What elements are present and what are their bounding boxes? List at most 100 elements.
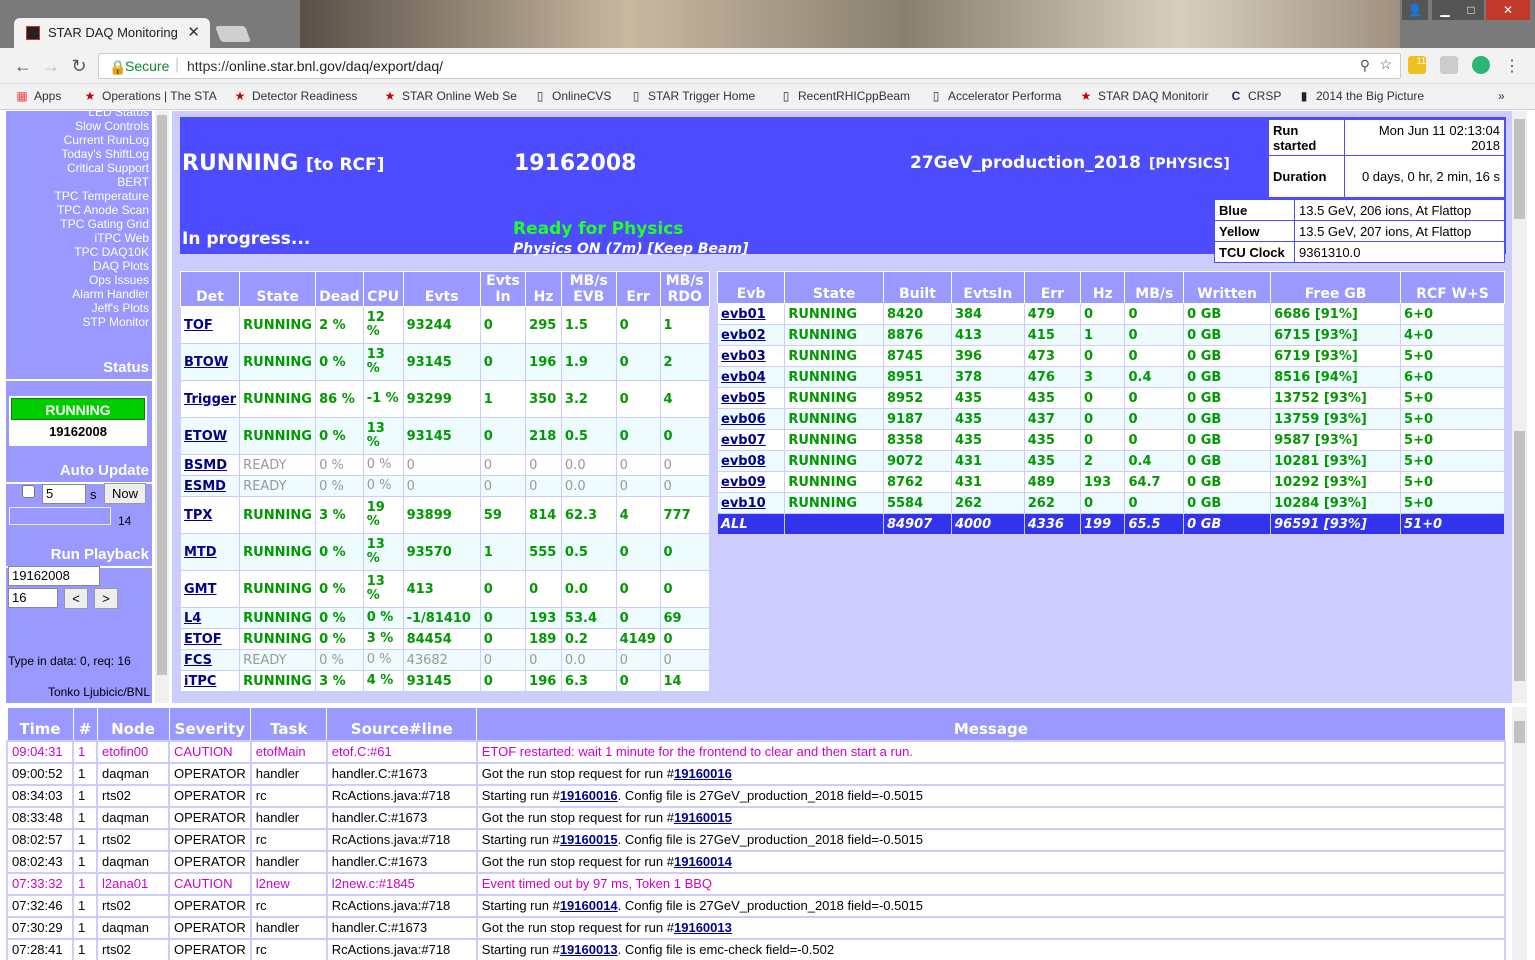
sidebar-link-current-runlog[interactable]: Current RunLog <box>6 133 152 147</box>
evb-cell-0[interactable]: evb06 <box>716 408 786 430</box>
sidebar-scroll-thumb[interactable] <box>157 115 167 675</box>
sidebar-link-ops-issues[interactable]: Ops Issues <box>6 273 152 287</box>
bookmark-apps[interactable]: ▦ Apps <box>16 89 61 103</box>
bookmark-onlinecvs[interactable]: ▯ OnlineCVS <box>534 89 624 103</box>
menu-icon[interactable]: ⋮ <box>1504 56 1520 76</box>
evb-cell-0[interactable]: evb03 <box>716 345 786 367</box>
det-cell-det[interactable]: GMT <box>179 570 241 608</box>
msg-run-link[interactable]: 19160014 <box>674 854 732 869</box>
sidebar-scrollbar[interactable] <box>155 111 169 703</box>
evb-cell-0[interactable]: evb02 <box>716 324 786 346</box>
sidebar-link-alarm-handler[interactable]: Alarm Handler <box>6 287 152 301</box>
sidebar-link-itpc-web[interactable]: iTPC Web <box>6 231 152 245</box>
det-cell-det[interactable]: TOF <box>179 306 241 344</box>
page-scroll-thumb[interactable] <box>1514 721 1525 743</box>
sidebar-link-bert[interactable]: BERT <box>6 175 152 189</box>
auto-update-interval-input[interactable]: 5 <box>42 484 86 504</box>
bookmark-star-online[interactable]: ★ STAR Online Web Se <box>384 89 520 103</box>
sidebar-link-tpc-gating-grid[interactable]: TPC Gating Grid <box>6 217 152 231</box>
msg-run-link[interactable]: 19160013 <box>674 920 732 935</box>
sidebar-link-led-status[interactable]: LED Status <box>6 111 152 119</box>
bookmark-crsp[interactable]: C CRSP <box>1230 89 1290 103</box>
evb-cell-0[interactable]: evb05 <box>716 387 786 409</box>
det-cell-det[interactable]: TPX <box>179 496 241 534</box>
forward-icon[interactable]: → <box>40 56 62 77</box>
evb-row: evb07 RUNNING 8358 435 435 0 0 0 GB 9587 [93%] 5+… <box>716 429 1505 451</box>
back-icon[interactable]: ← <box>12 56 34 77</box>
sidebar-link-critical-support[interactable]: Critical Support <box>6 161 152 175</box>
close-window-icon[interactable]: ✕ <box>1486 0 1530 20</box>
evb-cell-0[interactable]: evb07 <box>716 429 786 451</box>
auto-update-checkbox[interactable] <box>22 485 35 498</box>
url-bar[interactable]: 🔒 Secure | https://online.star.bnl.gov/d… <box>98 53 1401 79</box>
main-scroll-thumb[interactable] <box>1514 119 1525 219</box>
det-row: ETOW RUNNING 0 % 13 % 93145 0 218 0.5 0 0 <box>179 417 711 455</box>
evb-cell-0[interactable]: evb10 <box>716 492 786 514</box>
det-cell-det[interactable]: FCS <box>179 649 241 671</box>
playback-run-input[interactable]: 19162008 <box>8 566 100 586</box>
bookmark-accelerator[interactable]: ▯ Accelerator Performa <box>930 89 1070 103</box>
minimize-icon[interactable]: ▁ <box>1432 0 1458 20</box>
playback-next-button[interactable]: > <box>94 588 118 609</box>
det-cell-det[interactable]: Trigger <box>179 380 241 418</box>
browser-titlebar: STAR DAQ Monitoring ✕ 👤 ▁ □ ✕ <box>0 0 1535 48</box>
evb-total-cell-6: 65.5 <box>1124 513 1185 535</box>
extension-calendar-icon[interactable]: 11 <box>1408 56 1426 74</box>
sidebar-link-tpc-daq10k[interactable]: TPC DAQ10K <box>6 245 152 259</box>
det-cell-det[interactable]: ETOF <box>179 628 241 650</box>
sidebar-link-tpc-anode-scan[interactable]: TPC Anode Scan <box>6 203 152 217</box>
det-cell-det[interactable]: iTPC <box>179 670 241 692</box>
main-scrollbar[interactable] <box>1512 111 1527 703</box>
sidebar-link-stp-monitor[interactable]: STP Monitor <box>6 315 152 329</box>
det-cell-hz: 0 <box>525 454 562 476</box>
det-cell-det[interactable]: ESMD <box>179 475 241 497</box>
new-tab-button[interactable] <box>215 26 251 42</box>
tab-close-icon[interactable]: ✕ <box>187 23 200 41</box>
msg-run-link[interactable]: 19160014 <box>560 898 618 913</box>
msg-run-link[interactable]: 19160016 <box>560 788 618 803</box>
playback-prev-button[interactable]: < <box>64 588 88 609</box>
more-bookmarks-icon[interactable]: » <box>1498 89 1505 103</box>
evb-cell-3: 413 <box>950 324 1025 346</box>
extension-grammarly-icon[interactable] <box>1472 56 1490 74</box>
page-scrollbar[interactable] <box>1512 707 1527 960</box>
main-scroll-thumb-lower[interactable] <box>1514 431 1525 681</box>
sidebar-link-jeffs-plots[interactable]: Jeff's Plots <box>6 301 152 315</box>
evb-cell-0[interactable]: evb09 <box>716 471 786 493</box>
zoom-icon[interactable]: ⚲ <box>1360 57 1370 74</box>
bookmark-big-picture[interactable]: ▮ 2014 the Big Picture <box>1298 89 1448 103</box>
bookmark-recent-rhic[interactable]: ▯ RecentRHICppBeam <box>780 89 916 103</box>
sidebar-link-tpc-temperature[interactable]: TPC Temperature <box>6 189 152 203</box>
bookmark-detector-readiness[interactable]: ★ Detector Readiness <box>234 89 370 103</box>
sidebar-link-daq-plots[interactable]: DAQ Plots <box>6 259 152 273</box>
det-cell-det[interactable]: BTOW <box>179 343 241 381</box>
evb-cell-1: RUNNING <box>784 408 884 430</box>
browser-tab[interactable]: STAR DAQ Monitoring ✕ <box>14 18 210 48</box>
det-cell-err: 0 <box>615 306 661 344</box>
det-cell-mbs: 0.0 <box>560 570 617 608</box>
evb-cell-0[interactable]: evb08 <box>716 450 786 472</box>
profile-icon[interactable]: 👤 <box>1402 0 1428 20</box>
reload-icon[interactable]: ↻ <box>68 56 90 77</box>
msg-run-link[interactable]: 19160015 <box>560 832 618 847</box>
bookmark-trigger-home[interactable]: ▯ STAR Trigger Home <box>630 89 770 103</box>
evb-cell-0[interactable]: evb04 <box>716 366 786 388</box>
maximize-icon[interactable]: □ <box>1458 0 1484 20</box>
extension-image-icon[interactable] <box>1440 56 1458 74</box>
det-cell-det[interactable]: MTD <box>179 533 241 571</box>
sidebar-link-slow-controls[interactable]: Slow Controls <box>6 119 152 133</box>
det-cell-det[interactable]: BSMD <box>179 454 241 476</box>
sidebar-link-shiftlog[interactable]: Today's ShiftLog <box>6 147 152 161</box>
evb-cell-8: 13759 [93%] <box>1270 408 1402 430</box>
now-button[interactable]: Now <box>104 483 146 504</box>
det-cell-det[interactable]: ETOW <box>179 417 241 455</box>
det-cell-det[interactable]: L4 <box>179 607 241 629</box>
evb-cell-0[interactable]: evb01 <box>716 303 786 325</box>
msg-run-link[interactable]: 19160013 <box>560 942 618 957</box>
bookmark-star-icon[interactable]: ☆ <box>1379 56 1392 73</box>
msg-run-link[interactable]: 19160015 <box>674 810 732 825</box>
bookmark-star-daq[interactable]: ★ STAR DAQ Monitorir <box>1080 89 1218 103</box>
bookmark-operations[interactable]: ★ Operations | The STA <box>84 89 220 103</box>
msg-run-link[interactable]: 19160016 <box>674 766 732 781</box>
playback-seq-input[interactable]: 16 <box>8 588 58 608</box>
